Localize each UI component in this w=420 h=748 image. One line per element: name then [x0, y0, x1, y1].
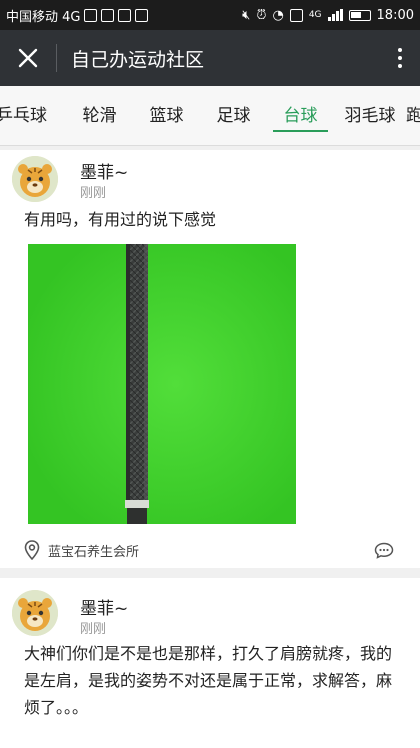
post-feed: 墨菲~ 刚刚 有用吗，有用过的说下感觉 蓝宝石养生会所 墨菲~ 刚刚 大神们你们… — [0, 150, 420, 748]
more-dot-icon — [398, 64, 402, 68]
tab-football[interactable]: 足球 — [200, 86, 267, 145]
post-card[interactable]: 墨菲~ 刚刚 大神们你们是不是也是那样，打久了肩膀就疼，我的是左肩，是我的姿势不… — [0, 578, 420, 748]
sim-icon — [289, 8, 303, 22]
tab-basketball[interactable]: 篮球 — [133, 86, 200, 145]
usb-notification-icon — [135, 8, 149, 22]
wifi-icon: ◔ — [272, 7, 284, 23]
clock-time: 18:00 — [376, 7, 414, 23]
battery-icon — [348, 9, 371, 21]
more-menu-button[interactable] — [380, 30, 420, 86]
mail-notification-icon — [118, 8, 132, 22]
silent-icon: 🔇︎ — [242, 7, 251, 23]
close-icon — [18, 48, 38, 68]
post-card[interactable]: 墨菲~ 刚刚 有用吗，有用过的说下感觉 蓝宝石养生会所 — [0, 150, 420, 568]
tab-badminton[interactable]: 羽毛球 — [334, 86, 406, 145]
app-notification-icon — [101, 8, 115, 22]
location-pin-icon — [24, 540, 40, 560]
more-dot-icon — [398, 48, 402, 52]
author-name[interactable]: 墨菲~ — [80, 594, 128, 619]
more-dot-icon — [398, 56, 402, 60]
tiger-avatar-icon — [12, 156, 58, 202]
tab-roller-skating[interactable]: 轮滑 — [66, 86, 133, 145]
comment-icon — [374, 542, 394, 559]
alarm-icon: ⏰︎ — [256, 7, 267, 23]
tiger-avatar-icon — [12, 590, 58, 636]
header-divider — [56, 44, 57, 72]
post-time: 刚刚 — [80, 622, 107, 637]
post-image[interactable] — [28, 244, 296, 524]
app-header: 自己办运动社区 — [0, 30, 420, 86]
category-tabs: 乒乓球 轮滑 篮球 足球 台球 羽毛球 跑 — [0, 86, 420, 146]
avatar[interactable] — [12, 156, 58, 202]
carrier-label: 中国移动 4G — [6, 9, 81, 25]
location-tag[interactable]: 蓝宝石养生会所 — [24, 540, 139, 560]
author-name[interactable]: 墨菲~ — [80, 158, 128, 183]
status-bar: 中国移动 4G 🔇︎ ⏰︎ ◔ 4G 18:00 — [0, 0, 420, 30]
post-text: 大神们你们是不是也是那样，打久了肩膀就疼，我的是左肩，是我的姿势不对还是属于正常… — [24, 644, 393, 717]
signal-icon — [327, 9, 343, 21]
post-text: 有用吗，有用过的说下感觉 — [24, 210, 217, 229]
close-button[interactable] — [0, 30, 56, 86]
post-time: 刚刚 — [80, 186, 107, 201]
cue-grip-photo — [28, 244, 296, 524]
tab-billiards[interactable]: 台球 — [267, 86, 334, 145]
comment-button[interactable] — [374, 542, 394, 559]
page-title: 自己办运动社区 — [71, 48, 205, 71]
tab-running[interactable]: 跑 — [406, 86, 420, 145]
image-notification-icon — [84, 8, 98, 22]
tab-pingpong[interactable]: 乒乓球 — [0, 86, 66, 145]
location-label: 蓝宝石养生会所 — [48, 544, 140, 560]
avatar[interactable] — [12, 590, 58, 636]
network-type-label: 4G — [308, 10, 322, 20]
